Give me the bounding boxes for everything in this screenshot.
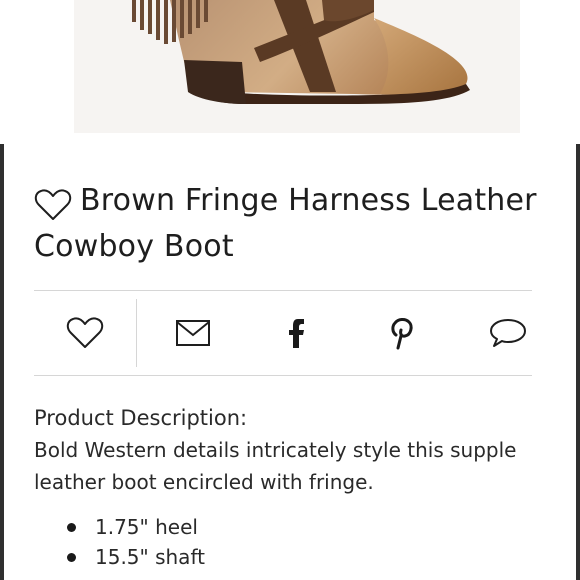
product-photo[interactable] [74,0,520,133]
spec-text: 1.75" heel [95,515,198,539]
description-heading: Product Description: [34,406,248,430]
pinterest-share-button[interactable] [379,311,423,355]
spec-item-heel: 1.75" heel [34,512,544,542]
product-title-row: Brown Fringe Harness Leather Cowboy Boot [34,178,554,270]
frame-border-left [0,144,4,580]
heart-icon[interactable] [34,188,72,222]
product-page: Brown Fringe Harness Leather Cowboy Boot [0,0,580,580]
share-bar [34,290,532,376]
spec-list: 1.75" heel 15.5" shaft [34,512,544,572]
comment-share-button[interactable] [486,311,530,355]
facebook-icon [289,319,304,348]
boot-illustration [132,0,470,104]
share-divider [136,299,137,367]
like-button[interactable] [63,311,107,355]
bullet-icon [67,553,76,562]
bullet-icon [67,523,76,532]
pinterest-icon [391,318,413,350]
spec-item-shaft: 15.5" shaft [34,542,544,572]
comment-icon [490,319,526,347]
mail-icon [176,320,210,346]
email-share-button[interactable] [171,311,215,355]
description-body: Bold Western details intricately style t… [34,438,517,494]
heart-icon [66,317,104,348]
product-image-area [0,0,580,144]
product-title: Brown Fringe Harness Leather Cowboy Boot [34,183,537,264]
facebook-share-button[interactable] [274,311,318,355]
frame-border-right [576,144,580,580]
product-description: Product Description: Bold Western detail… [34,402,544,572]
spec-text: 15.5" shaft [95,545,205,569]
